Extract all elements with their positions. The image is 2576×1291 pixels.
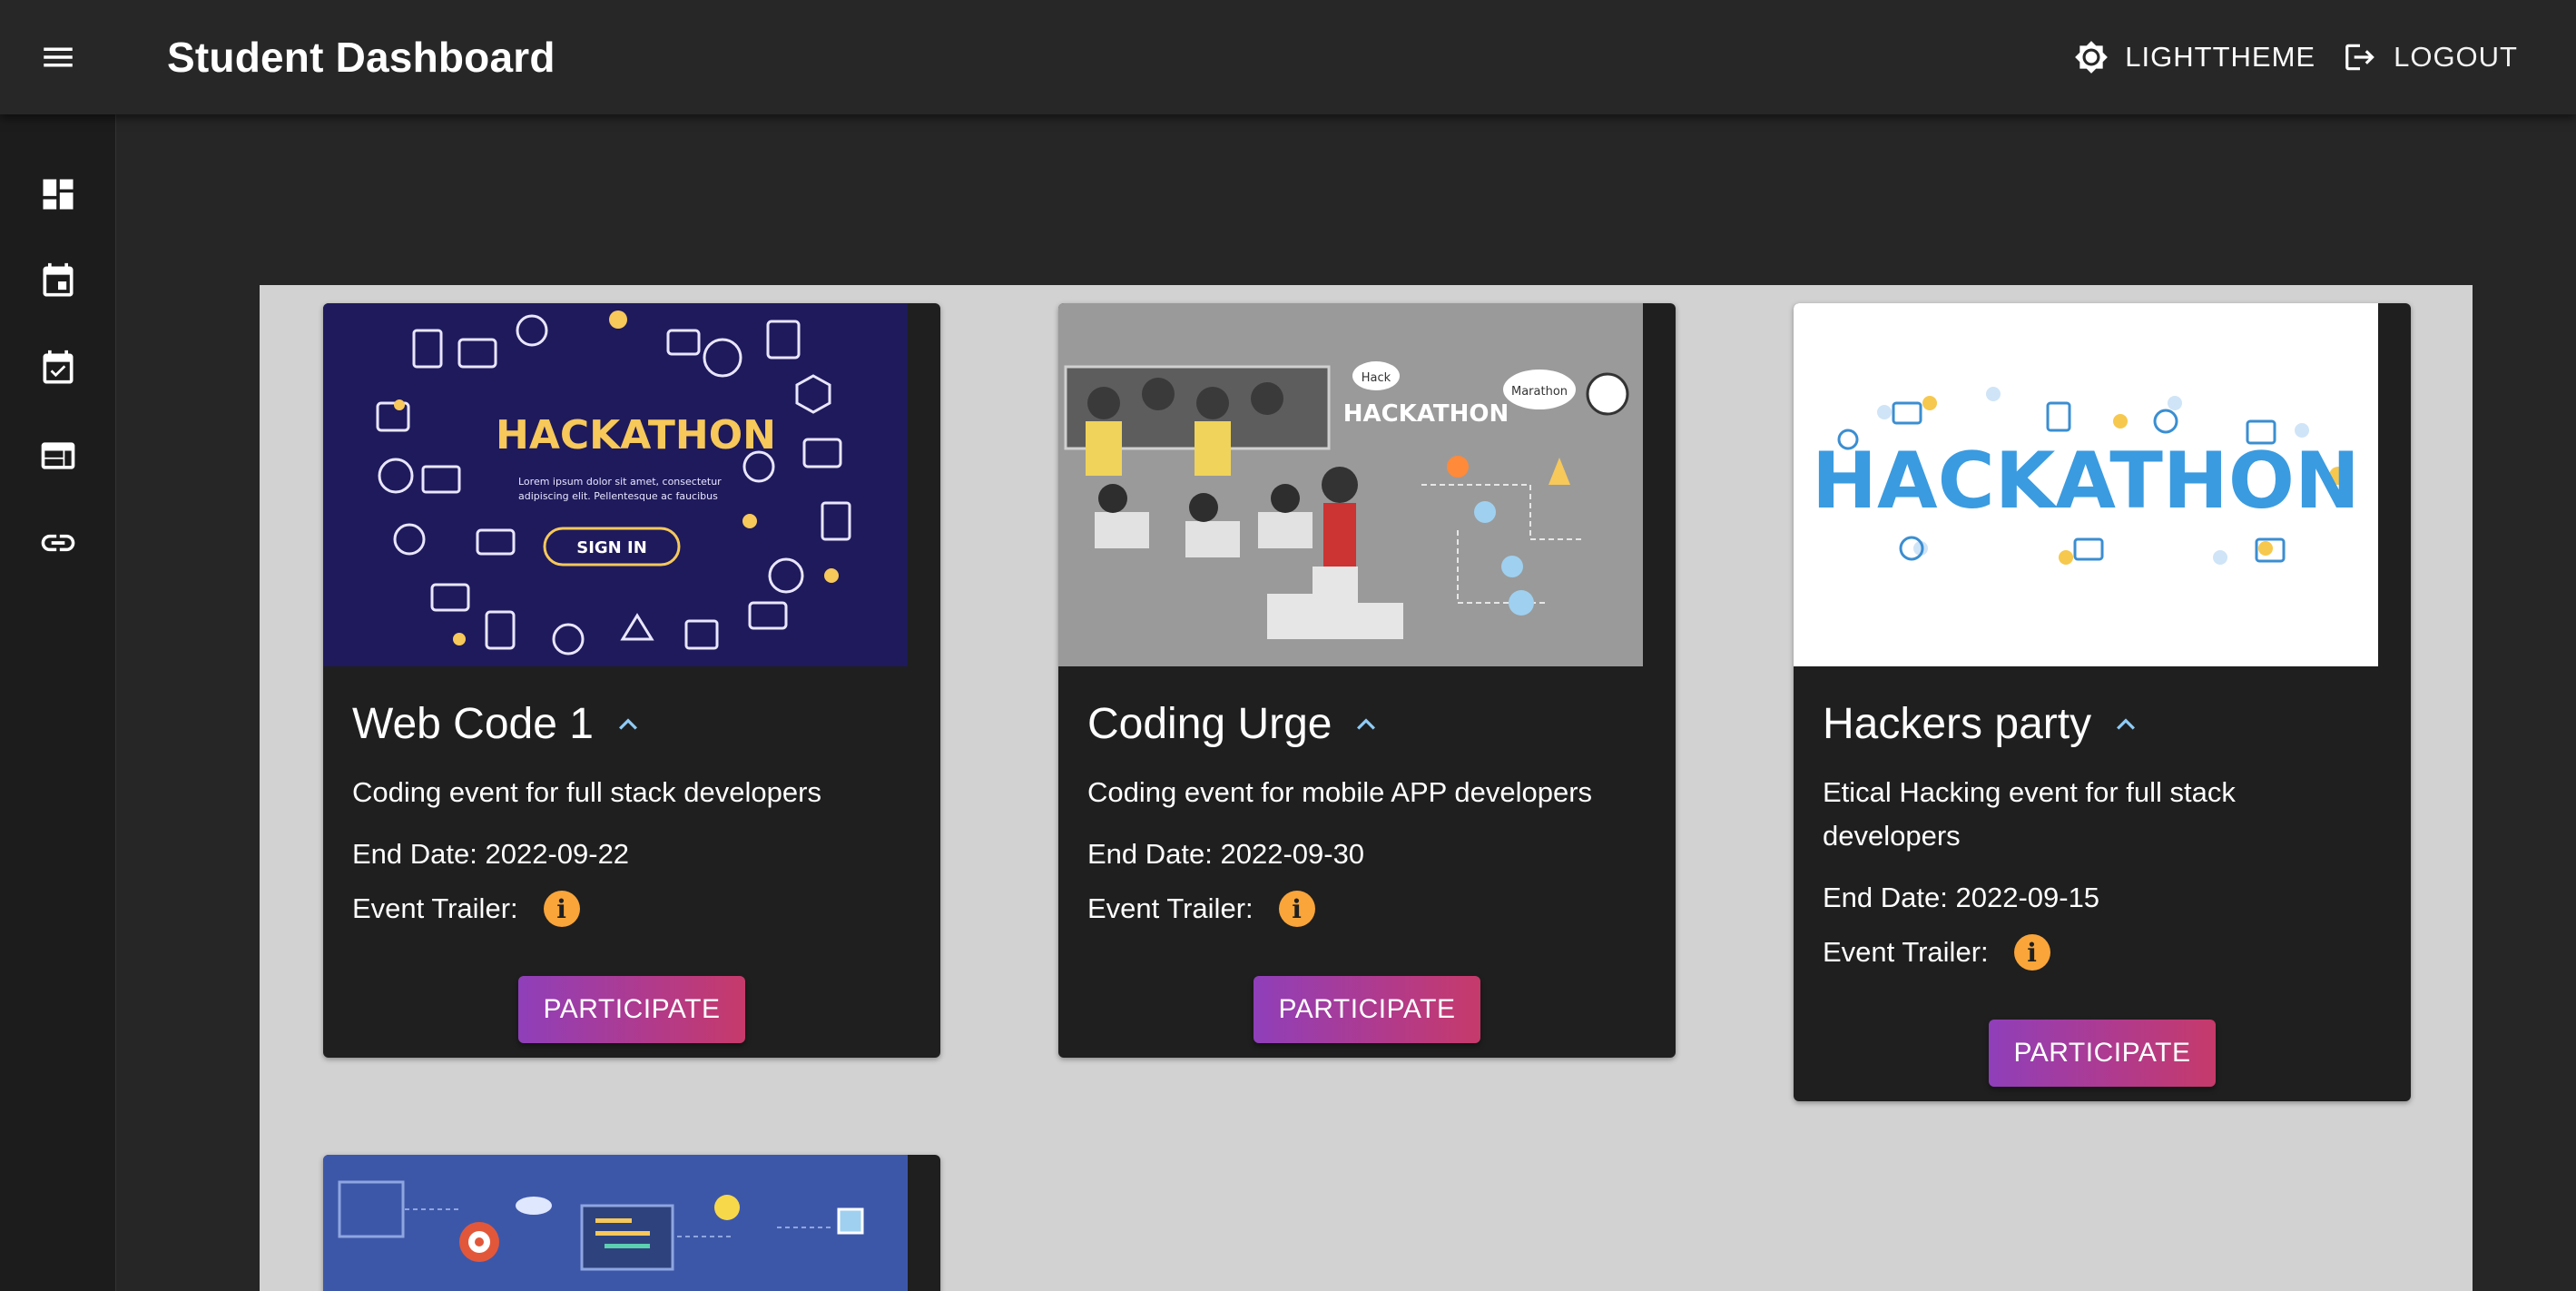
- page-title: Student Dashboard: [167, 34, 556, 81]
- event-card: HACKATHON Hackers party Etical Hacking e…: [1794, 303, 2411, 1101]
- event-card: Hack Marathon HACKATHON Coding Urge Codi…: [1058, 303, 1676, 1058]
- drawer-item-dashboard[interactable]: [0, 151, 116, 238]
- svg-text:Hack: Hack: [1362, 371, 1391, 385]
- event-image: HACKATHON Lorem ipsum dolor sit amet, co…: [323, 303, 908, 666]
- hackathon-illustration: HACKATHON: [1812, 387, 2360, 565]
- dashboard-icon: [43, 179, 74, 210]
- event-image: HACKATHON: [1794, 303, 2378, 666]
- event-trailer-label: Event Trailer:: [352, 892, 518, 924]
- svg-text:Marathon: Marathon: [1511, 385, 1568, 399]
- link-icon: [41, 534, 75, 552]
- chevron-up-icon[interactable]: [2108, 706, 2144, 743]
- hackathon-illustration: Hack Marathon HACKATHON: [1064, 361, 1629, 639]
- brightness-icon: [2075, 41, 2109, 74]
- drawer-item-events[interactable]: [0, 238, 116, 325]
- chevron-up-icon[interactable]: [1348, 706, 1384, 743]
- svg-text:adipiscing elit. Pellentesque: adipiscing elit. Pellentesque ac faucibu…: [518, 490, 718, 502]
- web-layout-icon: [41, 442, 75, 469]
- card-description: Coding event for mobile APP developers: [1087, 776, 1593, 808]
- svg-text:Lorem ipsum dolor sit amet, co: Lorem ipsum dolor sit amet, consectetur: [518, 476, 722, 488]
- side-drawer: [0, 114, 116, 1291]
- info-icon[interactable]: i: [2013, 934, 2050, 971]
- drawer-item-webcode[interactable]: [0, 412, 116, 499]
- image-hackathon-text: HACKATHON: [1343, 400, 1509, 428]
- menu-button[interactable]: [0, 0, 116, 114]
- card-title: Coding Urge: [1087, 700, 1332, 748]
- participate-button[interactable]: PARTICIPATE: [518, 976, 745, 1043]
- light-theme-button[interactable]: LIGHTTHEME: [2074, 40, 2315, 74]
- event-image: [323, 1155, 908, 1291]
- logout-icon: [2345, 44, 2374, 71]
- drawer-item-links[interactable]: [0, 499, 116, 586]
- events-panel: HACKATHON Lorem ipsum dolor sit amet, co…: [260, 285, 2473, 1291]
- event-trailer-label: Event Trailer:: [1823, 936, 1989, 968]
- logout-label: LOGOUT: [2394, 41, 2518, 73]
- participate-button[interactable]: PARTICIPATE: [1989, 1020, 2216, 1087]
- card-description: Coding event for full stack developers: [352, 776, 821, 808]
- hamburger-menu-icon: [44, 47, 73, 67]
- coding-illustration: [338, 1180, 864, 1271]
- image-hackathon-text: HACKATHON: [496, 412, 776, 458]
- event-card: [323, 1155, 940, 1291]
- info-icon[interactable]: i: [1278, 891, 1315, 927]
- chevron-up-icon[interactable]: [610, 706, 646, 743]
- card-end-date: End Date: 2022-09-22: [352, 838, 630, 870]
- image-hackathon-text: HACKATHON: [1812, 436, 2360, 527]
- event-card: HACKATHON Lorem ipsum dolor sit amet, co…: [323, 303, 940, 1058]
- drawer-item-tasks[interactable]: [0, 325, 116, 412]
- event-image: Hack Marathon HACKATHON: [1058, 303, 1643, 666]
- image-sign-in-text: SIGN IN: [576, 538, 647, 557]
- info-icon[interactable]: i: [543, 891, 580, 927]
- light-theme-label: LIGHTTHEME: [2125, 41, 2316, 73]
- participate-button[interactable]: PARTICIPATE: [1254, 976, 1480, 1043]
- card-end-date: End Date: 2022-09-15: [1823, 882, 2100, 913]
- logout-button[interactable]: LOGOUT: [2343, 40, 2518, 74]
- event-trailer-label: Event Trailer:: [1087, 892, 1254, 924]
- card-end-date: End Date: 2022-09-30: [1087, 838, 1365, 870]
- card-title: Hackers party: [1823, 700, 2092, 748]
- card-title: Web Code 1: [352, 700, 594, 748]
- app-bar: Student Dashboard LIGHTTHEME LOGOUT: [0, 0, 2576, 114]
- calendar-event-icon: [43, 262, 74, 297]
- card-description: Etical Hacking event for full stack deve…: [1823, 776, 2236, 852]
- calendar-check-icon: [43, 350, 74, 384]
- hackathon-illustration: HACKATHON Lorem ipsum dolor sit amet, co…: [376, 310, 851, 655]
